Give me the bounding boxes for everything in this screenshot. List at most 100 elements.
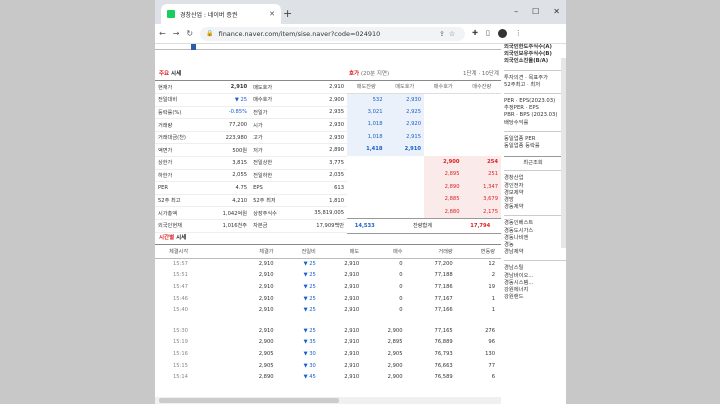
timed-cell: 77,166: [434, 307, 453, 314]
page-content: 주요 시세 현재가 2,910 매도호가 2,910 전일대비 ▼ 25 매수호가 2,900…: [155, 44, 566, 404]
recent-link[interactable]: 경동나비엔: [504, 235, 566, 242]
summary-value: 1,042억원: [205, 206, 251, 221]
summary-value: 35,819,005: [294, 206, 347, 221]
naver-favicon-icon: [167, 10, 175, 18]
recent-link[interactable]: 강원랜드: [504, 294, 566, 301]
url-bar[interactable]: 🔒 finance.naver.com/item/sise.naver?code…: [200, 26, 466, 41]
sidepanel-icon[interactable]: ▯: [486, 29, 490, 38]
timed-cell: 77,188: [434, 272, 453, 279]
tab-title: 경창산업 : 네이버 증권: [180, 11, 238, 19]
menu-icon[interactable]: ⋮: [515, 29, 522, 38]
lock-icon[interactable]: 🔒: [206, 30, 213, 37]
timed-cell: 2,905: [258, 350, 274, 357]
tab-close-icon[interactable]: ✕: [269, 10, 275, 18]
summary-label: 시가총액: [155, 206, 206, 221]
ask-volume: 1,418: [347, 143, 386, 156]
bid-volume: 251: [462, 168, 501, 181]
summary-value: ▼ 25: [205, 93, 251, 107]
summary-label: 하한가: [155, 169, 206, 183]
close-window-button[interactable]: ✕: [553, 7, 560, 16]
timed-cell: 2,900: [258, 339, 274, 346]
timed-cell: 2,910: [344, 362, 360, 369]
summary-value: -0.85%: [205, 106, 251, 120]
sidebar-scrollbar[interactable]: [561, 58, 566, 248]
back-icon[interactable]: ←: [159, 29, 166, 38]
timed-cell: 0: [399, 295, 403, 302]
summary-value: 613: [294, 181, 347, 195]
timed-cell: 2,910: [344, 374, 360, 381]
recent-link[interactable]: 경동시스템...: [504, 280, 566, 287]
browser-tab[interactable]: 경창산업 : 네이버 증권 ✕: [161, 4, 281, 24]
extension-puzzle-icon[interactable]: ✚: [472, 29, 478, 38]
empty-cell: [424, 118, 463, 131]
summary-value: 2,935: [294, 106, 347, 120]
ask-row: 532 2,930: [347, 93, 501, 106]
timed-cell: 15:46: [173, 295, 188, 302]
summary-value: 223,980: [205, 131, 251, 145]
summary-label: 저가: [250, 143, 295, 158]
new-tab-button[interactable]: +: [283, 7, 292, 20]
ask-price: 2,910: [385, 143, 424, 156]
empty-cell: [463, 118, 502, 131]
reload-icon[interactable]: ↻: [186, 29, 193, 38]
recent-link[interactable]: 경창산업: [504, 175, 566, 182]
gap-cell: [155, 316, 236, 325]
timed-cell: 19: [488, 283, 495, 290]
bid-volume: 2,175: [462, 205, 501, 218]
summary-label: 거래량: [155, 118, 206, 132]
bid-price: 2,895: [424, 168, 463, 181]
summary-value: 77,200: [205, 118, 251, 132]
timed-cell: 15:16: [173, 350, 188, 357]
bid-row: 2,895 251: [347, 168, 501, 181]
profile-avatar[interactable]: [497, 29, 507, 38]
step10-link[interactable]: 10단계: [482, 71, 499, 77]
recent-link[interactable]: 경남제약: [504, 249, 566, 256]
recent-link[interactable]: 경보제약: [504, 190, 566, 197]
summary-label: 상장주식수: [250, 206, 295, 221]
timed-row: 15:47 2,910 ▼ 25 2,910 0 77,186 19: [155, 281, 501, 293]
sidebar-text: 추정PER · EPS: [504, 105, 539, 112]
summary-row: 거래대금(천) 223,980 고가 2,930: [155, 131, 347, 145]
timed-cell: ▼ 25: [303, 295, 316, 302]
timed-cell: 15:14: [173, 374, 188, 381]
summary-row: 하한가 2,055 전일하한 2,035: [155, 169, 347, 183]
sidebar-text: 외국인소진율(B/A): [504, 58, 549, 65]
bid-price: 2,900: [424, 155, 463, 168]
orderbook-col-header: 매도호가: [385, 81, 424, 94]
summary-label: 전일대비: [155, 93, 206, 107]
step1-link[interactable]: 1단계: [463, 71, 477, 77]
timed-cell: 2,905: [387, 350, 403, 357]
empty-cell: [347, 156, 386, 169]
summary-row: 등락률(%) -0.85% 전일가 2,935: [155, 106, 347, 120]
maximize-button[interactable]: ☐: [532, 7, 539, 16]
summary-label: 상한가: [155, 156, 206, 170]
scrollbar-thumb[interactable]: [159, 398, 339, 403]
recent-link[interactable]: 경동인베스트: [504, 220, 566, 227]
timed-cell: 2,910: [344, 283, 360, 290]
horizontal-scrollbar[interactable]: [155, 397, 501, 404]
empty-cell: [463, 93, 502, 106]
timed-title: 시간별 시세: [155, 230, 501, 245]
recent-link[interactable]: 경인전자: [504, 183, 566, 190]
recent-link[interactable]: 경동제약: [504, 204, 566, 211]
forward-icon[interactable]: →: [173, 29, 180, 38]
timed-cell: 2,895: [387, 339, 403, 346]
share-star-icons[interactable]: ⇪☆: [439, 30, 459, 38]
timed-cell: 2,910: [344, 272, 360, 279]
timed-col-header: 체결시각: [155, 245, 237, 259]
empty-cell: [386, 193, 425, 206]
timed-col-header: 체결가: [236, 245, 280, 259]
summary-value: 2,055: [205, 169, 251, 183]
summary-label: 고가: [250, 131, 295, 145]
timed-cell: 2: [491, 272, 495, 279]
recent-link[interactable]: 경동도시가스: [504, 228, 566, 235]
minimize-button[interactable]: –: [514, 7, 518, 16]
timed-cell: 77: [488, 362, 495, 369]
recent-link[interactable]: 경남바이오...: [504, 273, 566, 280]
timed-cell: ▼ 25: [303, 283, 316, 290]
summary-label: 거래대금(천): [155, 131, 206, 145]
summary-value: 2,900: [294, 93, 347, 107]
recent-link[interactable]: 경남스틸: [504, 265, 566, 272]
ask-row: 1,018 2,915: [347, 130, 501, 143]
ask-row: 1,018 2,920: [347, 118, 501, 131]
